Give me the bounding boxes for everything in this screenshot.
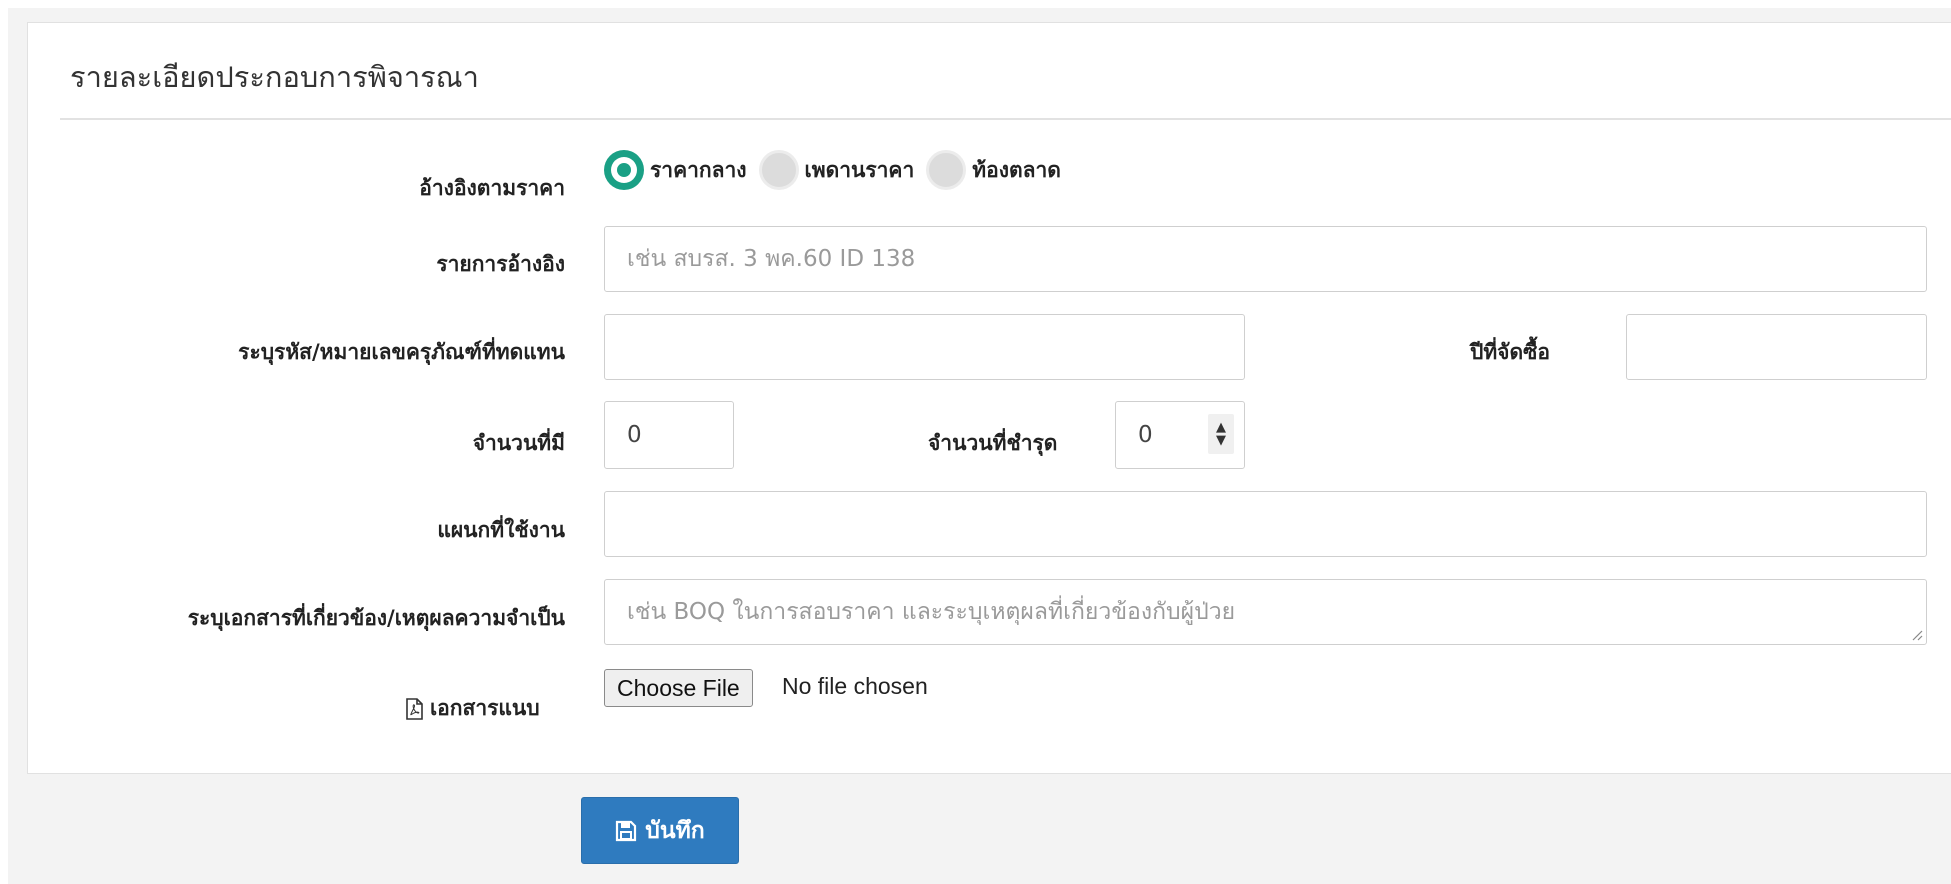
radio-market-price[interactable] bbox=[926, 150, 967, 190]
purchase-year-label: ปีที่จัดซื้อ bbox=[1470, 340, 1550, 364]
documents-label: ระบุเอกสารที่เกี่ยวข้อง/เหตุผลความจำเป็น bbox=[187, 606, 565, 630]
attachment-label-group: เอกสารแนบ bbox=[405, 692, 540, 725]
panel-title: รายละเอียดประกอบการพิจารณา bbox=[70, 60, 479, 94]
details-panel bbox=[27, 22, 1951, 774]
radio-ceiling-price[interactable] bbox=[758, 150, 799, 190]
documents-placeholder: เช่น BOQ ในการสอบราคา และระบุเหตุผลที่เก… bbox=[627, 599, 1236, 625]
radio-median-price[interactable] bbox=[604, 150, 644, 190]
choose-file-button[interactable]: Choose File bbox=[604, 669, 753, 707]
price-reference-label: อ้างอิงตามราคา bbox=[419, 176, 565, 200]
attachment-label: เอกสารแนบ bbox=[430, 696, 540, 720]
reference-item-input[interactable]: เช่น สบรส. 3 พค.60 ID 138 bbox=[604, 226, 1927, 292]
radio-ceiling-price-label[interactable]: เพดานราคา bbox=[805, 154, 915, 187]
price-reference-radio-group: ราคากลาง เพดานราคา ท้องตลาด bbox=[604, 150, 1073, 190]
damaged-quantity-label: จำนวนที่ชำรุด bbox=[928, 431, 1058, 455]
replacement-code-input[interactable] bbox=[604, 314, 1245, 380]
pdf-file-icon bbox=[406, 697, 423, 720]
quantity-label: จำนวนที่มี bbox=[472, 431, 565, 455]
floppy-disk-icon bbox=[616, 820, 637, 841]
save-button[interactable]: บันทึก bbox=[581, 797, 739, 864]
radio-market-price-label[interactable]: ท้องตลาด bbox=[972, 154, 1061, 187]
department-label: แผนกที่ใช้งาน bbox=[437, 518, 565, 542]
department-input[interactable] bbox=[604, 491, 1927, 557]
quantity-input[interactable]: 0 bbox=[604, 401, 734, 469]
reference-item-label: รายการอ้างอิง bbox=[436, 252, 565, 276]
file-status-text: No file chosen bbox=[782, 673, 928, 699]
damaged-quantity-stepper[interactable]: 0 ▲ ▼ bbox=[1115, 401, 1245, 469]
panel-divider bbox=[60, 118, 1951, 120]
damaged-quantity-value: 0 bbox=[1138, 422, 1153, 448]
radio-median-price-label[interactable]: ราคากลาง bbox=[650, 154, 747, 187]
save-button-label: บันทึก bbox=[645, 817, 705, 844]
documents-textarea[interactable]: เช่น BOQ ในการสอบราคา และระบุเหตุผลที่เก… bbox=[604, 579, 1927, 645]
stepper-arrows[interactable]: ▲ ▼ bbox=[1208, 414, 1234, 454]
stepper-down-icon[interactable]: ▼ bbox=[1216, 434, 1226, 447]
purchase-year-input[interactable] bbox=[1626, 314, 1927, 380]
resize-handle-icon[interactable] bbox=[1911, 629, 1923, 641]
replacement-code-label: ระบุรหัส/หมายเลขครุภัณฑ์ที่ทดแทน bbox=[238, 340, 565, 364]
